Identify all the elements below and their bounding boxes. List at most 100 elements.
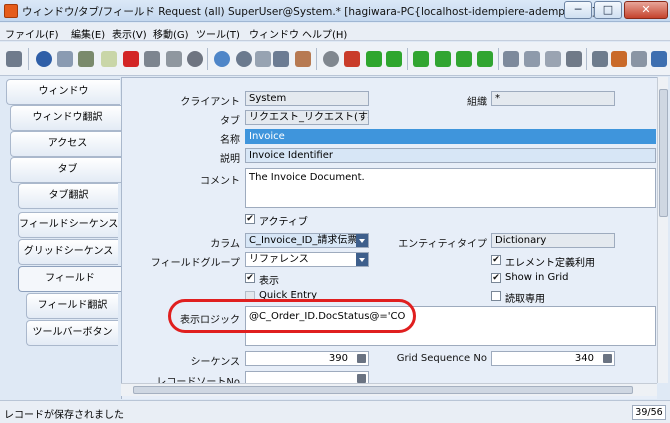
status-bar: レコードが保存されました 39/56	[0, 400, 670, 423]
archive-icon[interactable]	[524, 51, 540, 67]
field-group-dropdown[interactable]: リファレンス	[245, 252, 369, 267]
workflow-icon[interactable]	[631, 51, 647, 67]
calculator-icon[interactable]	[357, 374, 366, 383]
comment-label: コメント	[200, 176, 240, 187]
find-icon[interactable]	[236, 51, 252, 67]
description-field[interactable]: Invoice Identifier	[245, 148, 656, 163]
menu-go[interactable]: 移動(G)	[153, 26, 189, 41]
tab-window[interactable]: ウィンドウ	[6, 79, 120, 105]
vertical-scroll-thumb[interactable]	[659, 89, 668, 217]
end-window-icon[interactable]	[651, 51, 667, 67]
report-icon[interactable]	[503, 51, 519, 67]
record-count[interactable]: 39/56	[632, 405, 666, 420]
column-label: カラム	[210, 239, 240, 250]
show-in-grid-checkbox[interactable]	[491, 273, 501, 283]
detail-icon[interactable]	[386, 51, 402, 67]
copy-details-icon[interactable]	[101, 51, 117, 67]
field-group-value: リファレンス	[249, 254, 309, 265]
tab-list: ウィンドウ ウィンドウ翻訳 アクセス タブ タブ翻訳 フィールドシーケンス グリ…	[4, 77, 124, 399]
previous-record-icon[interactable]	[435, 51, 451, 67]
parent-icon[interactable]	[366, 51, 382, 67]
undo-icon[interactable]	[6, 51, 22, 67]
calculator-icon[interactable]	[603, 354, 612, 363]
new-record-icon[interactable]	[57, 51, 73, 67]
calculator-icon[interactable]	[357, 354, 366, 363]
active-checkbox[interactable]	[245, 214, 255, 224]
centrally-maintained-checkbox[interactable]	[491, 255, 501, 265]
tab-label: タブ	[220, 116, 240, 127]
tab-field-input[interactable]: リクエスト_リクエスト(すべて	[245, 110, 369, 125]
column-dropdown[interactable]: C_Invoice_ID_請求伝票	[245, 233, 369, 248]
grid-sequence-value: 340	[574, 353, 594, 364]
tab-tab[interactable]: タブ	[10, 157, 124, 183]
menu-help[interactable]: ヘルプ(H)	[302, 26, 347, 41]
name-field[interactable]: Invoice	[245, 129, 656, 144]
window-title: ウィンドウ/タブ/フィールド Request (all) SuperUser@S…	[22, 6, 596, 18]
settings-icon[interactable]	[187, 51, 203, 67]
vertical-scrollbar[interactable]	[657, 77, 668, 383]
horizontal-scrollbar[interactable]	[121, 383, 657, 396]
tab-grid-sequence[interactable]: グリッドシーケンス	[18, 239, 118, 265]
attachment-icon[interactable]	[255, 51, 271, 67]
client-label: クライアント	[180, 97, 240, 108]
entity-type-field[interactable]: Dictionary	[491, 233, 615, 248]
menu-bar: ファイル(F) 編集(E) 表示(V) 移動(G) ツール(T) ウィンドウ ヘ…	[0, 23, 670, 41]
comment-field[interactable]: The Invoice Document.	[245, 168, 656, 208]
print-preview-icon[interactable]	[545, 51, 561, 67]
tab-field-translation[interactable]: フィールド翻訳	[26, 293, 118, 319]
displayed-label: 表示	[259, 276, 279, 287]
entity-type-label: エンティティタイプ	[398, 239, 487, 250]
history-icon[interactable]	[323, 51, 339, 67]
save-icon[interactable]	[144, 51, 160, 67]
active-workflows-icon[interactable]	[611, 51, 627, 67]
menu-window[interactable]: ウィンドウ	[249, 26, 299, 41]
org-field[interactable]: *	[491, 91, 615, 106]
save-new-icon[interactable]	[166, 51, 182, 67]
client-field[interactable]: System	[245, 91, 369, 106]
zoom-across-icon[interactable]	[592, 51, 608, 67]
chat-icon[interactable]	[273, 51, 289, 67]
next-record-icon[interactable]	[456, 51, 472, 67]
tab-field[interactable]: フィールド	[18, 266, 121, 292]
form-panel: クライアント System 組織 * タブ リクエスト_リクエスト(すべて 名称…	[121, 77, 657, 399]
title-bar: ウィンドウ/タブ/フィールド Request (all) SuperUser@S…	[0, 0, 670, 22]
grid-sequence-field[interactable]: 340	[491, 351, 615, 366]
centrally-maintained-label: エレメント定義利用	[505, 258, 595, 269]
column-value: C_Invoice_ID_請求伝票	[249, 235, 358, 246]
minimize-button[interactable]: ─	[564, 1, 592, 19]
tab-toolbar-button[interactable]: ツールバーボタン	[26, 320, 118, 346]
menu-file[interactable]: ファイル(F)	[5, 26, 59, 41]
horizontal-scroll-thumb[interactable]	[133, 386, 633, 394]
grid-sequence-label: Grid Sequence No	[396, 353, 487, 364]
toolbar	[0, 42, 670, 76]
copy-record-icon[interactable]	[78, 51, 94, 67]
delete-icon[interactable]	[123, 51, 139, 67]
active-label: アクティブ	[259, 217, 308, 228]
print-icon[interactable]	[566, 51, 582, 67]
home-icon[interactable]	[344, 51, 360, 67]
sequence-field[interactable]: 390	[245, 351, 369, 366]
last-record-icon[interactable]	[477, 51, 493, 67]
menu-edit[interactable]: 編集(E)	[71, 26, 105, 41]
status-message: レコードが保存されました	[4, 410, 124, 421]
tab-field-sequence[interactable]: フィールドシーケンス	[18, 212, 118, 238]
help-icon[interactable]	[36, 51, 52, 67]
sequence-value: 390	[328, 353, 348, 364]
sequence-label: シーケンス	[190, 357, 241, 368]
refresh-icon[interactable]	[214, 51, 230, 67]
menu-tools[interactable]: ツール(T)	[196, 26, 240, 41]
chevron-down-icon[interactable]	[356, 253, 368, 266]
menu-view[interactable]: 表示(V)	[112, 26, 147, 41]
chevron-down-icon[interactable]	[356, 234, 368, 247]
org-label: 組織	[467, 97, 487, 108]
close-button[interactable]: ✕	[624, 1, 668, 19]
highlight-ring	[168, 299, 416, 333]
first-record-icon[interactable]	[413, 51, 429, 67]
read-only-checkbox[interactable]	[491, 291, 501, 301]
displayed-checkbox[interactable]	[245, 273, 255, 283]
grid-toggle-icon[interactable]	[295, 51, 311, 67]
maximize-button[interactable]: □	[594, 1, 622, 19]
tab-tab-translation[interactable]: タブ翻訳	[18, 183, 118, 209]
tab-window-translation[interactable]: ウィンドウ翻訳	[10, 105, 124, 131]
tab-access[interactable]: アクセス	[10, 131, 124, 157]
